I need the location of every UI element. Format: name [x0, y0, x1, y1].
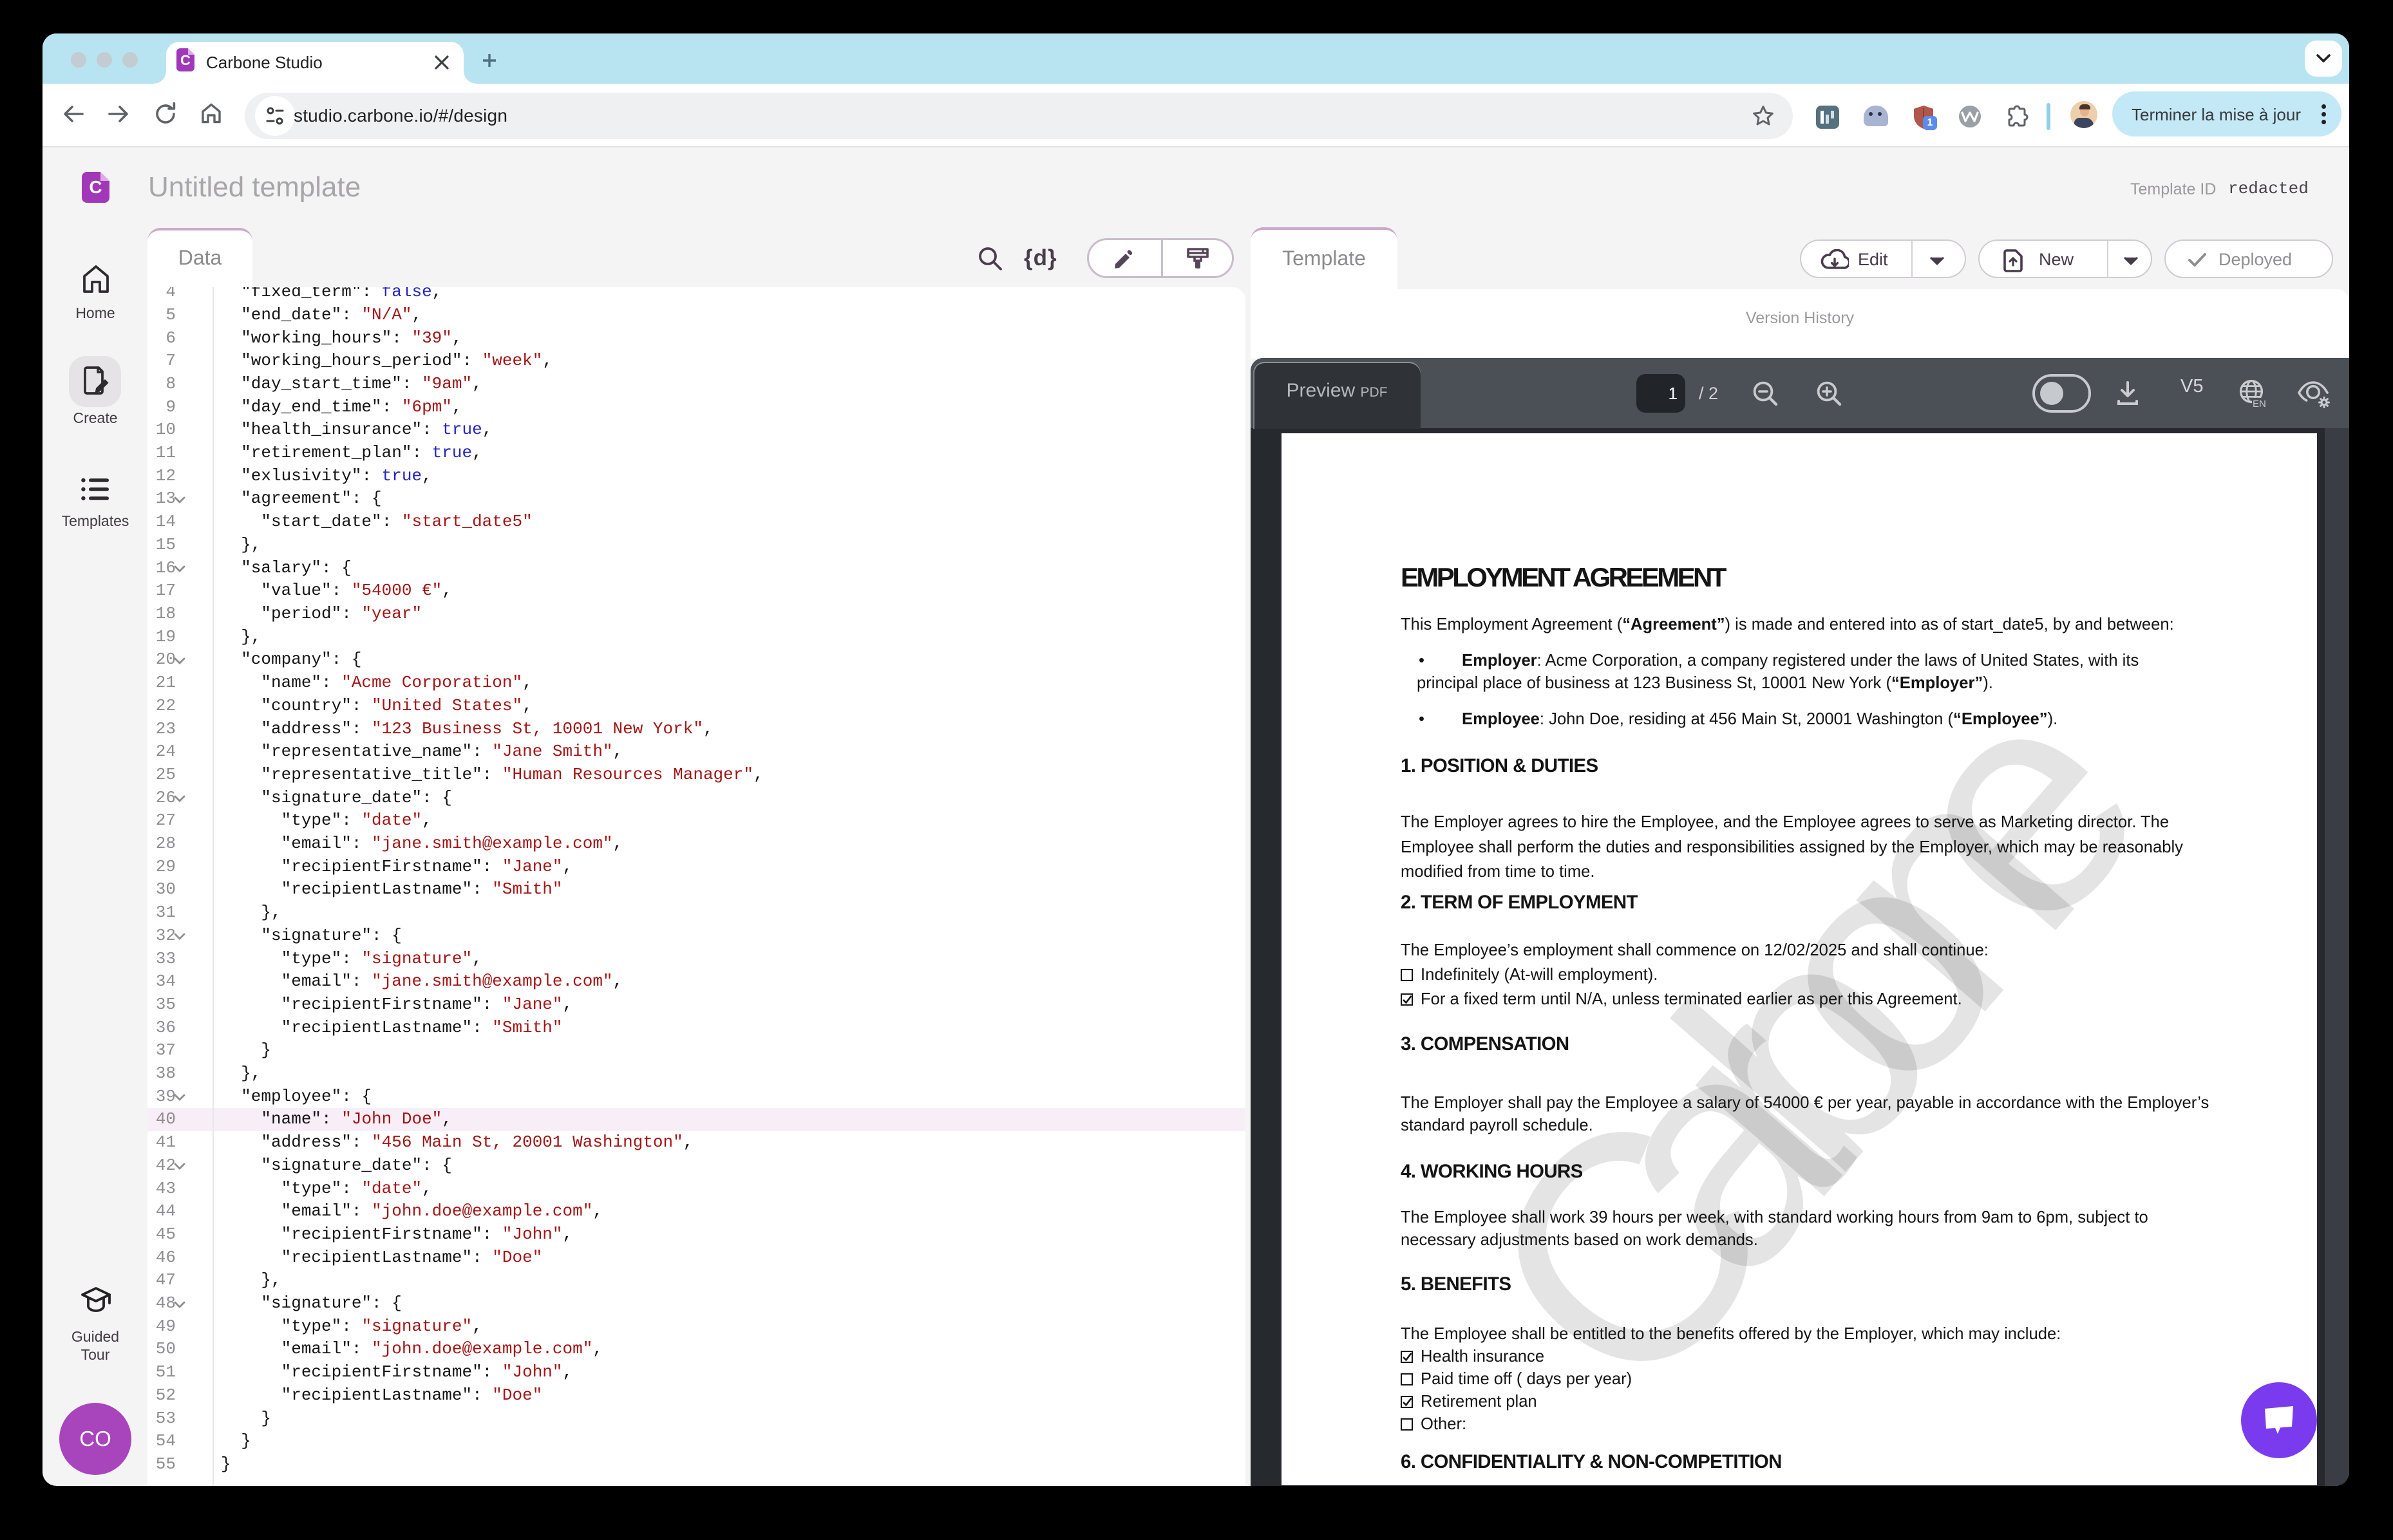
svg-text:EN: EN [2253, 399, 2266, 409]
